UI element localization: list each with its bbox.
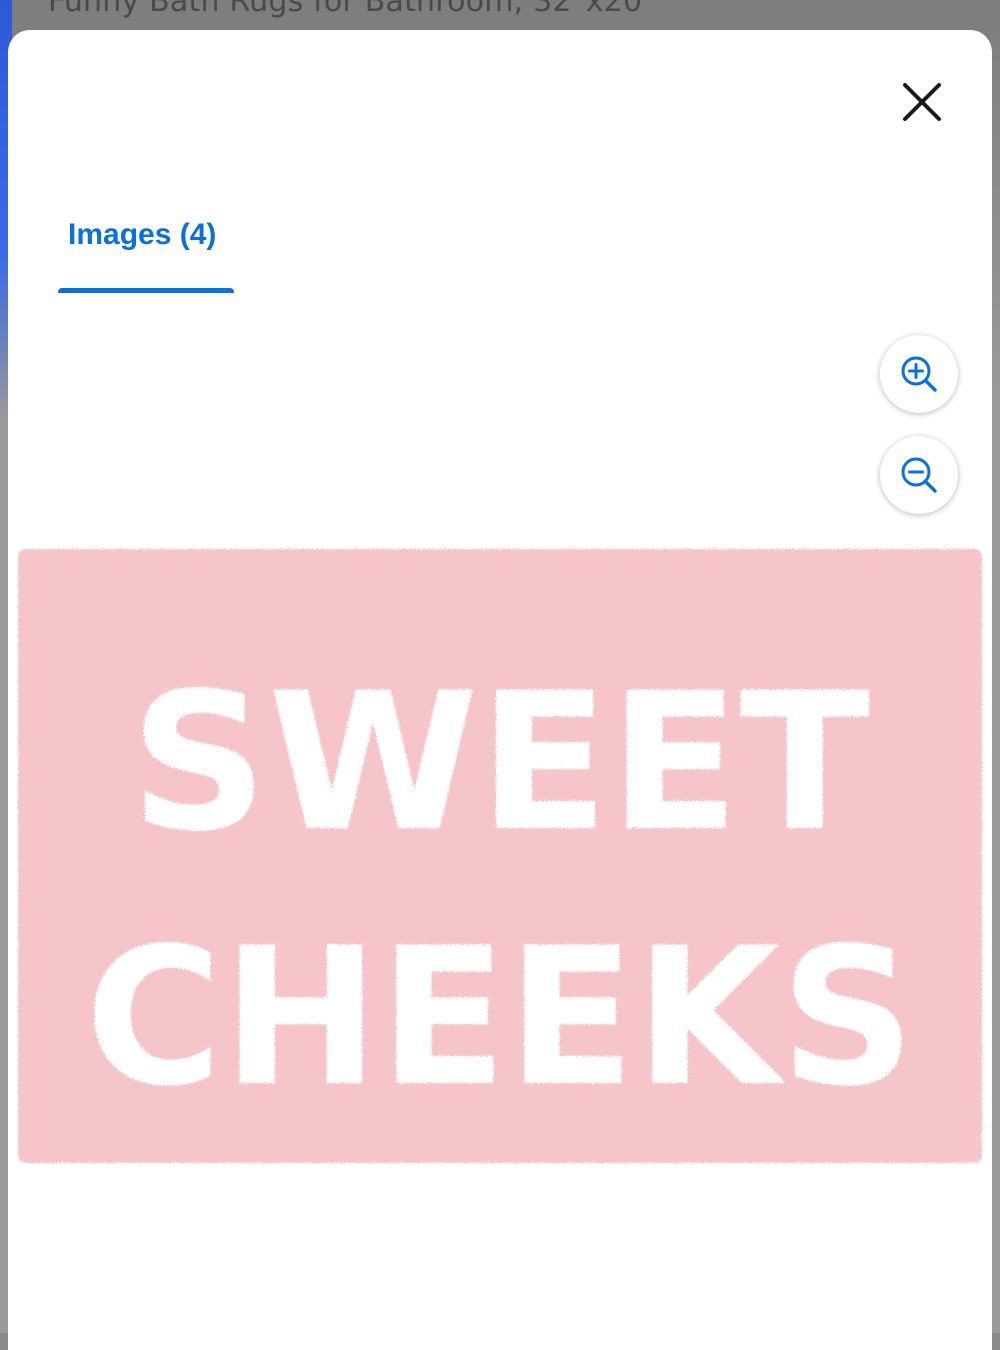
image-viewer: SWEET CHEEKS [8,293,992,1350]
tab-bar: Images (4) [8,200,992,295]
product-image[interactable]: SWEET CHEEKS [10,543,990,1169]
image-viewer-modal: Images (4) SWEET CHEEKS [8,30,992,1350]
rug-text-cheeks: CHEEKS [85,907,915,1128]
zoom-out-icon [901,457,937,493]
zoom-in-button[interactable] [880,335,958,413]
zoom-out-button[interactable] [880,436,958,514]
close-button[interactable] [892,72,952,132]
close-icon [903,83,941,121]
tab-images-label: Images (4) [68,218,217,251]
rug-text-sweet: SWEET [130,652,870,873]
background-product-title: Funny Bath Rugs for Bathroom, 32"x20" [48,0,657,19]
tab-images[interactable]: Images (4) [58,200,234,295]
zoom-in-icon [901,356,937,392]
